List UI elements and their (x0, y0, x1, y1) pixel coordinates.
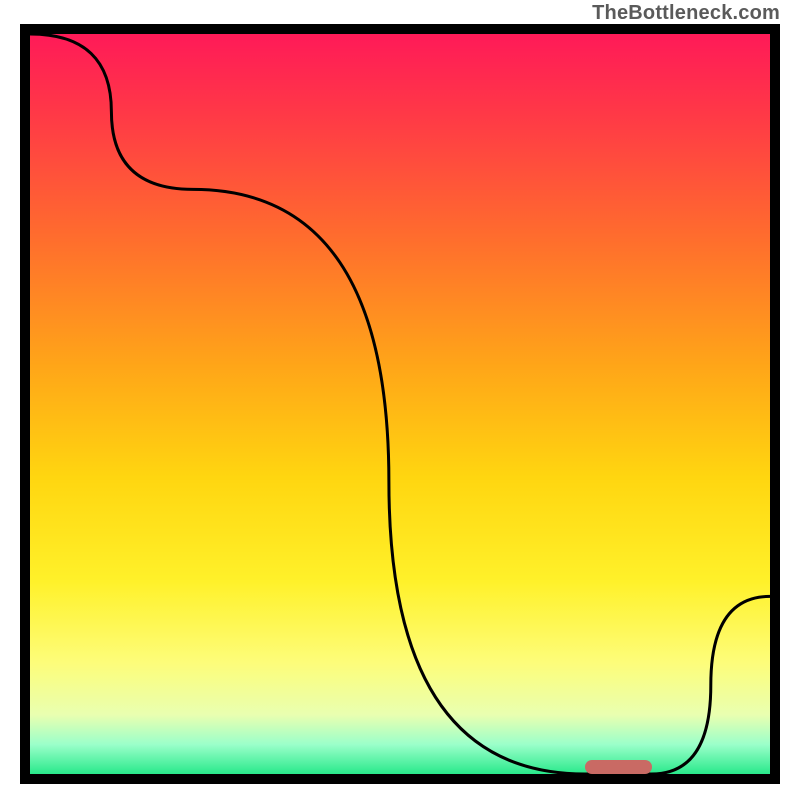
chart-frame (20, 24, 780, 784)
chart-container: TheBottleneck.com (0, 0, 800, 800)
optimal-range-marker (585, 760, 652, 774)
bottleneck-curve (30, 34, 770, 774)
plot-area (30, 34, 770, 774)
watermark-label: TheBottleneck.com (592, 2, 780, 25)
